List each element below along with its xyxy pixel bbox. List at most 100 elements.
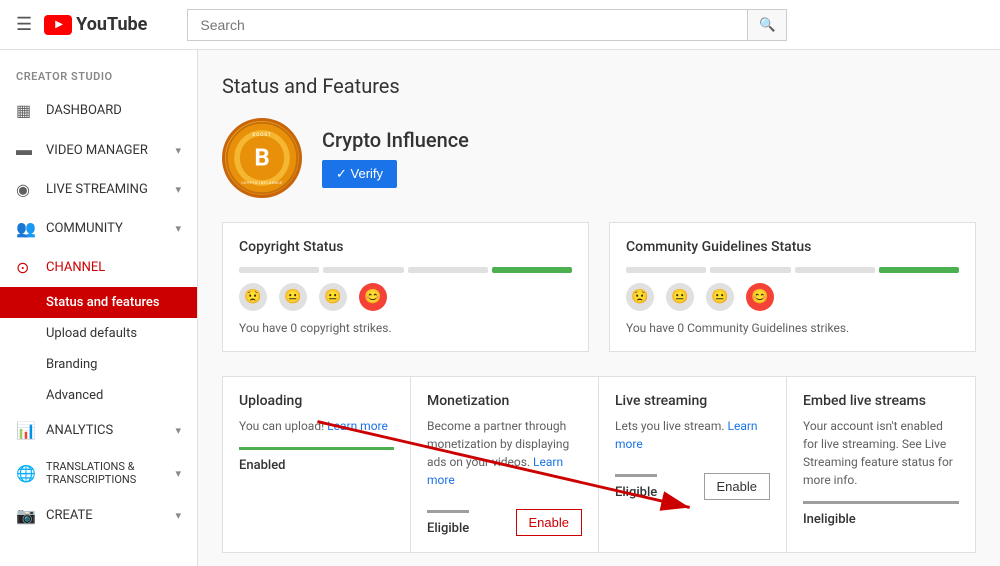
embed-live-streams-title: Embed live streams [803,393,959,409]
face-3: 😐 [319,283,347,311]
live-streaming-learn-more-link[interactable]: Learn more [615,419,758,451]
live-streaming-status: Eligible [615,474,657,500]
analytics-icon: 📊 [16,421,36,440]
status-segment-2 [323,267,403,273]
create-icon: 📷 [16,506,36,525]
chevron-down-icon: ▾ [175,144,181,157]
channel-name-section: Crypto Influence ✓ Verify [322,128,469,188]
monetization-status-row: Eligible Enable [427,501,582,536]
copyright-strike-text: You have 0 copyright strikes. [239,321,572,335]
monetization-enable-button[interactable]: Enable [516,509,582,536]
sidebar-item-live-streaming[interactable]: ◉ LIVE STREAMING ▾ [0,170,197,209]
yt-logo-text: YouTube [76,14,147,35]
dashboard-icon: ▦ [16,101,36,120]
live-streaming-enable-button[interactable]: Enable [704,473,770,500]
creator-studio-label: CREATOR STUDIO [0,62,197,91]
svg-text:CRYPTO INFLUENCE: CRYPTO INFLUENCE [241,181,282,185]
sidebar-item-label: CHANNEL [46,260,181,275]
sidebar-item-dashboard[interactable]: ▦ DASHBOARD [0,91,197,130]
sidebar-item-label: ANALYTICS [46,423,165,438]
face-4-active: 😊 [359,283,387,311]
face-2: 😐 [279,283,307,311]
feature-card-monetization: Monetization Become a partner through mo… [411,377,599,552]
status-segment-4 [492,267,572,273]
sidebar-item-label: CREATE [46,508,165,523]
sidebar-item-community[interactable]: 👥 COMMUNITY ▾ [0,209,197,248]
svg-text:B: B [254,143,269,171]
sidebar-item-label: LIVE STREAMING [46,182,165,197]
community-guidelines-title: Community Guidelines Status [626,239,959,255]
cg-segment-1 [626,267,706,273]
sidebar-item-translations[interactable]: 🌐 TRANSLATIONS & TRANSCRIPTIONS ▾ [0,450,197,496]
search-button[interactable]: 🔍 [747,9,787,41]
uploading-status: Enabled [239,447,394,473]
channel-info: B BOOST CRYPTO INFLUENCE Crypto Influenc… [222,118,976,198]
status-segment-3 [408,267,488,273]
cg-face-1: 😟 [626,283,654,311]
feature-cards-wrapper: Uploading You can upload! Learn more Ena… [222,376,976,553]
sidebar-sub-item-status-features[interactable]: Status and features [0,287,197,318]
live-streaming-desc: Lets you live stream. Learn more [615,417,770,453]
live-streaming-icon: ◉ [16,180,36,199]
monetization-title: Monetization [427,393,582,409]
chevron-down-icon: ▾ [175,222,181,235]
channel-name: Crypto Influence [322,128,469,152]
sidebar-item-analytics[interactable]: 📊 ANALYTICS ▾ [0,411,197,450]
chevron-down-icon: ▾ [175,509,181,522]
chevron-down-icon: ▾ [175,424,181,437]
hamburger-icon[interactable]: ☰ [16,14,32,35]
search-input[interactable] [187,9,747,41]
uploading-title: Uploading [239,393,394,409]
youtube-logo[interactable]: YouTube [44,14,147,35]
search-icon: 🔍 [759,17,776,33]
community-icon: 👥 [16,219,36,238]
status-faces-row: 😟 😐 😐 😊 [239,283,572,311]
feature-cards: Uploading You can upload! Learn more Ena… [222,376,976,553]
community-guidelines-strike-text: You have 0 Community Guidelines strikes. [626,321,959,335]
chevron-down-icon: ▾ [175,183,181,196]
channel-avatar: B BOOST CRYPTO INFLUENCE [222,118,302,198]
sidebar-sub-item-branding[interactable]: Branding [0,349,197,380]
cg-face-3: 😐 [706,283,734,311]
cg-segment-3 [795,267,875,273]
monetization-learn-more-link[interactable]: Learn more [427,455,563,487]
monetization-status: Eligible [427,510,469,536]
live-streaming-status-row: Eligible Enable [615,465,770,500]
sidebar: CREATOR STUDIO ▦ DASHBOARD ▬ VIDEO MANAG… [0,50,198,566]
sidebar-sub-item-upload-defaults[interactable]: Upload defaults [0,318,197,349]
status-row: Copyright Status 😟 😐 😐 😊 You have 0 copy… [222,222,976,352]
page-title: Status and Features [222,74,976,98]
embed-live-streams-status: Ineligible [803,501,959,527]
cg-face-4-active: 😊 [746,283,774,311]
sidebar-item-label: TRANSLATIONS & TRANSCRIPTIONS [46,460,165,486]
sidebar-item-label: COMMUNITY [46,221,165,236]
video-manager-icon: ▬ [16,140,36,160]
verify-button[interactable]: ✓ Verify [322,160,397,188]
uploading-learn-more-link[interactable]: Learn more [327,419,388,433]
uploading-desc: You can upload! Learn more [239,417,394,435]
copyright-status-box: Copyright Status 😟 😐 😐 😊 You have 0 copy… [222,222,589,352]
channel-avatar-svg: B BOOST CRYPTO INFLUENCE [225,118,299,198]
sidebar-item-video-manager[interactable]: ▬ VIDEO MANAGER ▾ [0,130,197,170]
main-content: Status and Features B BOOST CRYPTO INFLU… [198,50,1000,566]
community-guidelines-status-box: Community Guidelines Status 😟 😐 😐 😊 You … [609,222,976,352]
svg-text:BOOST: BOOST [252,132,271,138]
copyright-status-title: Copyright Status [239,239,572,255]
cg-segment-2 [710,267,790,273]
channel-icon: ⊙ [16,258,36,277]
layout: CREATOR STUDIO ▦ DASHBOARD ▬ VIDEO MANAG… [0,50,1000,566]
top-nav: ☰ YouTube 🔍 [0,0,1000,50]
cg-segment-4 [879,267,959,273]
cg-face-2: 😐 [666,283,694,311]
sidebar-item-channel[interactable]: ⊙ CHANNEL [0,248,197,287]
search-bar: 🔍 [187,9,787,41]
translations-icon: 🌐 [16,464,36,483]
status-segment-1 [239,267,319,273]
sidebar-item-label: DASHBOARD [46,103,181,118]
cg-faces-row: 😟 😐 😐 😊 [626,283,959,311]
sidebar-sub-item-advanced[interactable]: Advanced [0,380,197,411]
sidebar-item-label: VIDEO MANAGER [46,143,165,158]
chevron-down-icon: ▾ [175,467,181,480]
feature-card-uploading: Uploading You can upload! Learn more Ena… [223,377,411,552]
sidebar-item-create[interactable]: 📷 CREATE ▾ [0,496,197,535]
